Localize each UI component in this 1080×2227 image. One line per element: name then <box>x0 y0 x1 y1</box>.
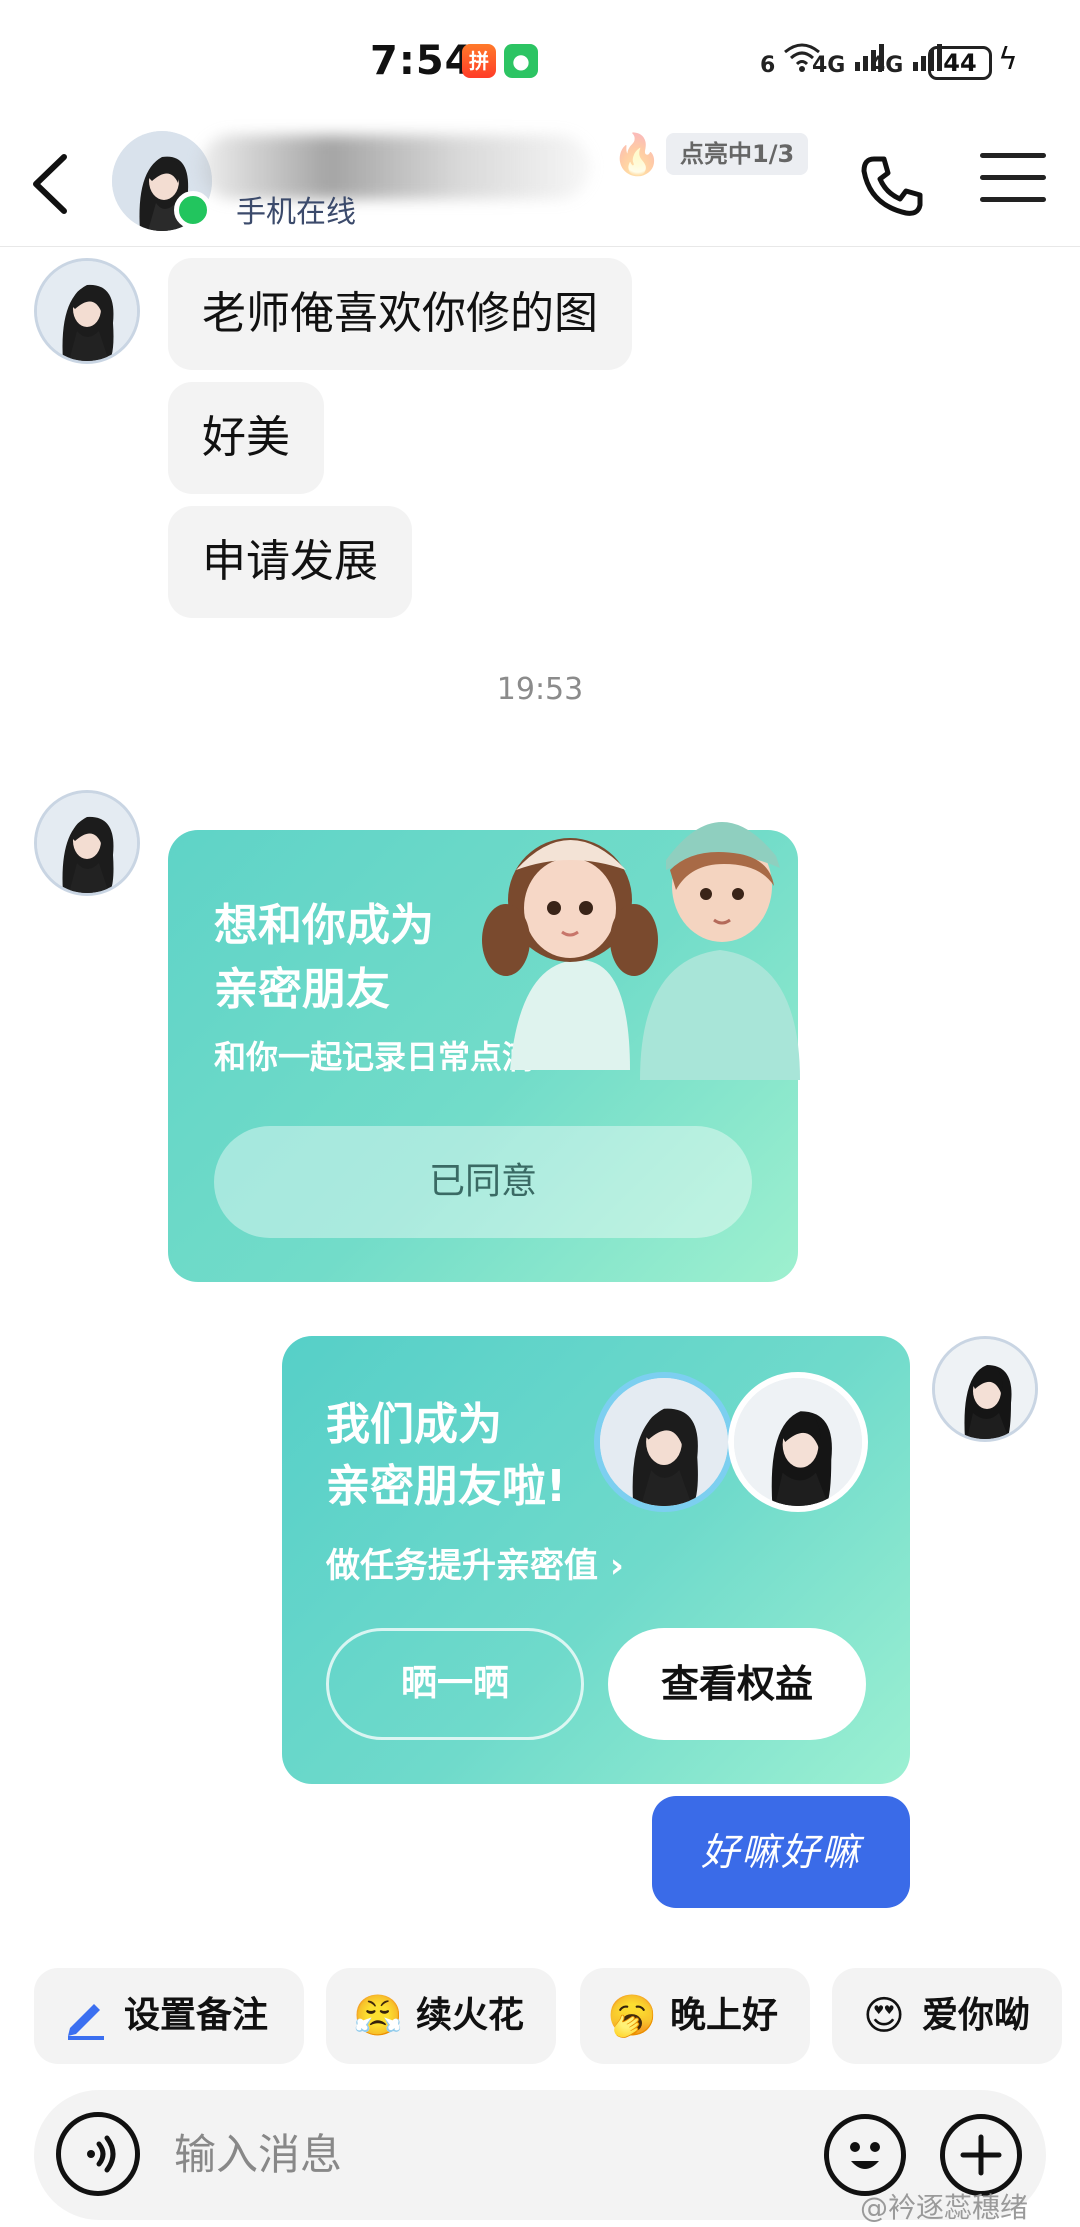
fire-emoji-icon: 😤 <box>353 1993 403 2039</box>
spark-status-badge[interactable]: 点亮中1/3 <box>666 133 809 175</box>
sender-avatar[interactable] <box>34 258 140 364</box>
status-bar: 7:54 拼 ● 6 4G 4G 44 ϟ <box>0 0 1080 125</box>
wifi-label: 6 <box>760 53 776 78</box>
charging-icon: ϟ <box>998 42 1018 77</box>
couple-illustration <box>482 821 800 1080</box>
back-button[interactable] <box>22 149 82 219</box>
shopping-app-icon: 拼 <box>462 44 496 78</box>
heart-eyes-emoji-icon: 😍 <box>863 1993 905 2039</box>
message-input[interactable]: 输入消息 <box>174 2090 342 2220</box>
incoming-message-bubble[interactable]: 老师俺喜欢你修的图 <box>168 258 632 370</box>
pencil-icon <box>60 1990 112 2042</box>
chat-header: 🔥 点亮中1/3 手机在线 <box>0 125 1080 247</box>
signal-label-2: 4G <box>870 53 904 78</box>
my-avatar-in-card <box>728 1372 868 1512</box>
watermark: @衿逐蕊穗绪 <box>860 2191 1029 2224</box>
phone-call-button[interactable] <box>856 151 926 221</box>
sender-avatar[interactable] <box>34 790 140 896</box>
friend-avatar <box>594 1372 734 1512</box>
view-benefits-button[interactable]: 查看权益 <box>608 1628 866 1740</box>
status-time: 7:54 <box>370 38 474 84</box>
quick-action-label: 续火花 <box>416 1995 525 2036</box>
plus-icon[interactable] <box>940 2114 1022 2196</box>
quick-action-set-remark[interactable]: 设置备注 <box>34 1968 304 2064</box>
quick-action-label: 设置备注 <box>124 1995 269 2036</box>
card-request-title: 想和你成为 亲密朋友 <box>214 894 434 1022</box>
message-timestamp: 19:53 <box>496 672 584 707</box>
battery-icon: 44 <box>928 46 992 80</box>
my-avatar[interactable] <box>932 1336 1038 1442</box>
quick-action-label: 晚上好 <box>670 1995 779 2036</box>
spark-flame-icon: 🔥 <box>612 132 662 178</box>
card-success-title-line2: 亲密朋友啦! <box>326 1461 567 1512</box>
sleepy-emoji-icon: 🥱 <box>607 1993 657 2039</box>
share-button[interactable]: 晒一晒 <box>326 1628 584 1740</box>
outgoing-message-bubble[interactable]: 好嘛好嘛 <box>652 1796 910 1908</box>
card-request-title-line1: 想和你成为 <box>214 900 434 951</box>
voice-input-button[interactable] <box>56 2112 140 2196</box>
card-success-title: 我们成为 亲密朋友啦! <box>326 1394 566 1518</box>
quick-action-label: 爱你呦 <box>922 1995 1031 2036</box>
menu-button[interactable] <box>980 153 1046 219</box>
incoming-message-bubble[interactable]: 好美 <box>168 382 324 494</box>
card-success-subtitle-link[interactable]: 做任务提升亲密值 › <box>326 1538 624 1587</box>
online-status: 手机在线 <box>236 195 356 230</box>
incoming-message-bubble[interactable]: 申请发展 <box>168 506 412 618</box>
emoji-button[interactable] <box>824 2114 906 2196</box>
intimate-friend-success-card[interactable]: 我们成为 亲密朋友啦! 做任务提升亲密值 › 晒一晒 查看权益 <box>282 1336 910 1784</box>
card-request-title-line2: 亲密朋友 <box>214 964 390 1015</box>
wechat-icon: ● <box>504 44 538 78</box>
agreed-button[interactable]: 已同意 <box>214 1126 752 1238</box>
quick-action-good-evening[interactable]: 🥱 晚上好 <box>580 1968 810 2064</box>
signal-label-1: 4G <box>812 53 846 78</box>
quick-action-keep-spark[interactable]: 😤 续火花 <box>326 1968 556 2064</box>
card-success-title-line1: 我们成为 <box>326 1399 502 1450</box>
quick-action-love-you[interactable]: 😍 爱你呦 <box>832 1968 1062 2064</box>
online-indicator <box>174 191 212 229</box>
